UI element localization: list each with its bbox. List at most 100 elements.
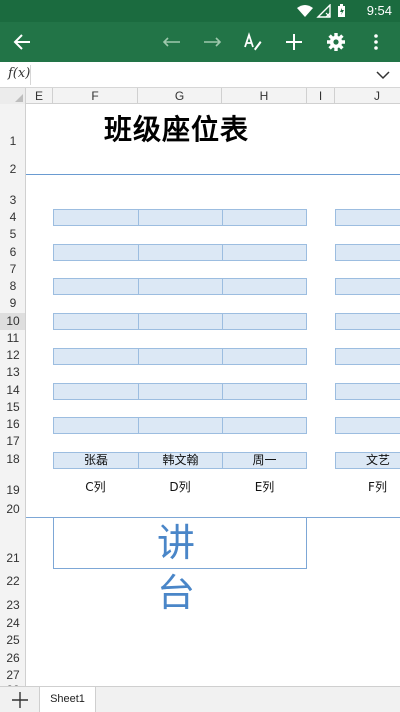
seat-cell[interactable]: [53, 383, 139, 400]
student-name-cell[interactable]: 韩文翰: [138, 452, 223, 469]
podium-border-line: [26, 517, 53, 518]
seat-cell[interactable]: [138, 278, 223, 295]
row-header[interactable]: 16: [0, 416, 25, 433]
text-format-icon: [244, 32, 262, 51]
seat-cell[interactable]: [138, 348, 223, 365]
undo-button[interactable]: [158, 28, 186, 56]
row-header[interactable]: 12: [0, 347, 25, 364]
seat-cell[interactable]: [53, 278, 139, 295]
gear-icon: [327, 33, 345, 51]
status-icons: [297, 4, 345, 18]
seat-cell[interactable]: [222, 348, 307, 365]
column-header-e[interactable]: E: [26, 88, 53, 104]
undo-icon: [162, 37, 180, 47]
row-header[interactable]: 24: [0, 615, 25, 632]
seat-column-label: E列: [254, 480, 275, 494]
seat-cell[interactable]: [335, 348, 400, 365]
text-format-button[interactable]: [238, 28, 266, 56]
seat-cell[interactable]: [335, 417, 400, 434]
seat-cell[interactable]: [335, 209, 400, 226]
function-label[interactable]: f(x): [8, 66, 30, 81]
seat-cell[interactable]: [53, 348, 139, 365]
row-header[interactable]: 14: [0, 382, 25, 399]
row-header[interactable]: 4: [0, 209, 25, 226]
row-header-bar: 1 2 3 4 5 6 7 8 9 10 11 12 13 14 15 16 1…: [0, 104, 26, 686]
row-header[interactable]: 18: [0, 451, 25, 468]
seat-cell[interactable]: [222, 383, 307, 400]
row-header[interactable]: 9: [0, 295, 25, 312]
seat-cell[interactable]: [138, 417, 223, 434]
add-sheet-button[interactable]: [0, 687, 40, 712]
podium-label: 讲 台: [156, 521, 243, 615]
student-name-cell[interactable]: 周一: [222, 452, 307, 469]
column-header-f[interactable]: F: [53, 88, 138, 104]
sheet-tab[interactable]: Sheet1: [40, 687, 96, 712]
formula-input[interactable]: [36, 67, 356, 83]
row-header-selected[interactable]: 10: [0, 313, 25, 330]
redo-icon: [204, 37, 222, 47]
column-header-j[interactable]: J: [335, 88, 400, 104]
seat-cell[interactable]: [138, 383, 223, 400]
title-underline: [26, 174, 400, 175]
seat-cell[interactable]: [335, 313, 400, 330]
column-header-h[interactable]: H: [222, 88, 307, 104]
row-header[interactable]: 19: [0, 468, 25, 501]
row-header[interactable]: 7: [0, 261, 25, 278]
status-time: 9:54: [366, 3, 392, 18]
insert-button[interactable]: [280, 28, 308, 56]
row-header[interactable]: 1: [0, 104, 25, 158]
seat-cell[interactable]: [53, 417, 139, 434]
sheet-tab-bar: Sheet1: [0, 686, 400, 712]
row-header[interactable]: 15: [0, 399, 25, 416]
wifi-icon: [297, 5, 313, 17]
select-all-corner[interactable]: [0, 88, 26, 104]
sheet-title: 班级座位表: [104, 113, 250, 146]
column-header-i[interactable]: I: [307, 88, 335, 104]
column-header-g[interactable]: G: [138, 88, 222, 104]
arrow-left-icon: [13, 34, 30, 50]
more-options-button[interactable]: [362, 28, 390, 56]
seat-cell[interactable]: [222, 209, 307, 226]
toolbar: [0, 22, 400, 62]
seat-column-label: D列: [169, 480, 191, 494]
formula-divider: [30, 65, 31, 85]
row-header[interactable]: 11: [0, 330, 25, 347]
seat-cell[interactable]: [138, 313, 223, 330]
student-name-cell[interactable]: 张磊: [53, 452, 139, 469]
seat-cell[interactable]: [53, 244, 139, 261]
chevron-down-icon[interactable]: [376, 68, 390, 82]
row-header[interactable]: 25: [0, 632, 25, 649]
back-button[interactable]: [8, 28, 36, 56]
redo-button[interactable]: [198, 28, 226, 56]
seat-cell[interactable]: [335, 278, 400, 295]
seat-cell[interactable]: [335, 383, 400, 400]
seat-cell[interactable]: [222, 313, 307, 330]
seat-cell[interactable]: [222, 417, 307, 434]
row-header[interactable]: 23: [0, 594, 25, 616]
settings-button[interactable]: [322, 28, 350, 56]
seat-cell[interactable]: [53, 313, 139, 330]
seat-cell[interactable]: [222, 278, 307, 295]
row-header[interactable]: 13: [0, 364, 25, 381]
row-header[interactable]: 5: [0, 226, 25, 243]
plus-icon: [286, 34, 302, 50]
row-header[interactable]: 3: [0, 192, 25, 209]
seat-cell[interactable]: [138, 244, 223, 261]
row-header[interactable]: 8: [0, 278, 25, 295]
seat-cell[interactable]: [222, 244, 307, 261]
row-header[interactable]: 21: [0, 518, 25, 570]
seat-cell[interactable]: [53, 209, 139, 226]
row-header[interactable]: 6: [0, 244, 25, 261]
row-header[interactable]: 2: [0, 158, 25, 176]
seat-cell[interactable]: [138, 209, 223, 226]
row-header[interactable]: 22: [0, 570, 25, 592]
student-name-cell[interactable]: 文艺: [335, 452, 400, 469]
row-header[interactable]: 26: [0, 650, 25, 667]
row-header[interactable]: 20: [0, 501, 25, 518]
app-root: 9:54 f(x) E F G H I J 1 2 3 4 5 6 7 8 9 …: [0, 0, 400, 712]
seat-cell[interactable]: [335, 244, 400, 261]
podium-border-line: [307, 517, 400, 518]
seat-column-label: C列: [85, 480, 106, 494]
corner-triangle-icon: [15, 94, 23, 102]
row-header[interactable]: 17: [0, 433, 25, 450]
